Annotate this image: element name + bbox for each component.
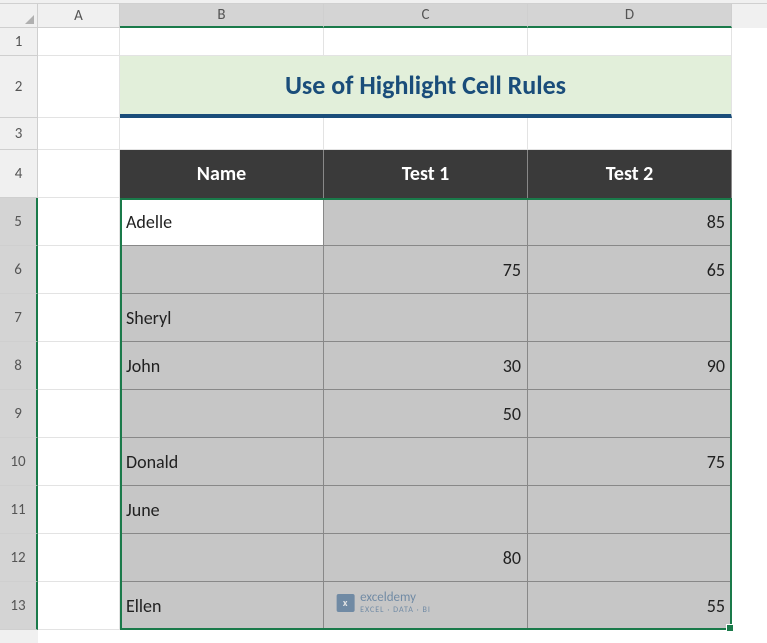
- cell-a3[interactable]: [38, 118, 120, 150]
- column-header-a[interactable]: A: [38, 4, 120, 28]
- cell-c8[interactable]: 30: [324, 342, 528, 390]
- cell-b1[interactable]: [120, 28, 324, 56]
- cell-a13[interactable]: [38, 582, 120, 630]
- cell-c13[interactable]: [324, 582, 528, 630]
- row-3: [38, 118, 767, 150]
- row-9: 50: [38, 390, 767, 438]
- cell-c7[interactable]: [324, 294, 528, 342]
- column-header-c[interactable]: C: [324, 4, 528, 28]
- cell-d5[interactable]: 85: [528, 198, 732, 246]
- row-header-9[interactable]: 9: [0, 390, 38, 438]
- cell-d9[interactable]: [528, 390, 732, 438]
- select-all-corner[interactable]: [0, 4, 38, 28]
- cell-d7[interactable]: [528, 294, 732, 342]
- cell-b13[interactable]: Ellen: [120, 582, 324, 630]
- row-4: Name Test 1 Test 2: [38, 150, 767, 198]
- cell-b11[interactable]: June: [120, 486, 324, 534]
- title-band[interactable]: Use of Highlight Cell Rules: [120, 56, 732, 118]
- cell-b8[interactable]: John: [120, 342, 324, 390]
- column-header-d[interactable]: D: [528, 4, 732, 28]
- row-6: 75 65: [38, 246, 767, 294]
- cell-c3[interactable]: [324, 118, 528, 150]
- row-header-13[interactable]: 13: [0, 582, 38, 630]
- cell-b10[interactable]: Donald: [120, 438, 324, 486]
- row-13: Ellen 55: [38, 582, 767, 630]
- row-header-7[interactable]: 7: [0, 294, 38, 342]
- cell-b9[interactable]: [120, 390, 324, 438]
- row-header-11[interactable]: 11: [0, 486, 38, 534]
- cell-a2[interactable]: [38, 56, 120, 118]
- row-7: Sheryl: [38, 294, 767, 342]
- cell-c10[interactable]: [324, 438, 528, 486]
- cell-a9[interactable]: [38, 390, 120, 438]
- cell-a12[interactable]: [38, 534, 120, 582]
- spreadsheet: A B C D 1 2 3 4 5 6 7 8 9 10 11 12 13: [0, 0, 767, 643]
- cell-a1[interactable]: [38, 28, 120, 56]
- cell-d12[interactable]: [528, 534, 732, 582]
- row-header-6[interactable]: 6: [0, 246, 38, 294]
- row-2: Use of Highlight Cell Rules: [38, 56, 767, 118]
- header-test2[interactable]: Test 2: [528, 150, 732, 198]
- column-headers: A B C D: [0, 4, 767, 28]
- row-11: June: [38, 486, 767, 534]
- column-header-b[interactable]: B: [120, 4, 324, 28]
- row-header-12[interactable]: 12: [0, 534, 38, 582]
- cell-c12[interactable]: 80: [324, 534, 528, 582]
- cell-d8[interactable]: 90: [528, 342, 732, 390]
- cell-b12[interactable]: [120, 534, 324, 582]
- cell-c11[interactable]: [324, 486, 528, 534]
- cell-d11[interactable]: [528, 486, 732, 534]
- row-10: Donald 75: [38, 438, 767, 486]
- cell-b3[interactable]: [120, 118, 324, 150]
- cell-a11[interactable]: [38, 486, 120, 534]
- cell-d1[interactable]: [528, 28, 732, 56]
- cell-d6[interactable]: 65: [528, 246, 732, 294]
- row-header-2[interactable]: 2: [0, 56, 38, 118]
- cell-c5[interactable]: [324, 198, 528, 246]
- row-header-10[interactable]: 10: [0, 438, 38, 486]
- row-1: [38, 28, 767, 56]
- cell-b6[interactable]: [120, 246, 324, 294]
- cell-a8[interactable]: [38, 342, 120, 390]
- cell-a7[interactable]: [38, 294, 120, 342]
- cell-c1[interactable]: [324, 28, 528, 56]
- cell-c6[interactable]: 75: [324, 246, 528, 294]
- row-header-8[interactable]: 8: [0, 342, 38, 390]
- row-header-3[interactable]: 3: [0, 118, 38, 150]
- cell-d10[interactable]: 75: [528, 438, 732, 486]
- cell-a4[interactable]: [38, 150, 120, 198]
- cell-a10[interactable]: [38, 438, 120, 486]
- row-5: Adelle 85: [38, 198, 767, 246]
- row-headers: 1 2 3 4 5 6 7 8 9 10 11 12 13: [0, 28, 38, 643]
- row-header-4[interactable]: 4: [0, 150, 38, 198]
- cell-d3[interactable]: [528, 118, 732, 150]
- header-name[interactable]: Name: [120, 150, 324, 198]
- row-12: 80: [38, 534, 767, 582]
- cell-c9[interactable]: 50: [324, 390, 528, 438]
- row-8: John 30 90: [38, 342, 767, 390]
- title-text: Use of Highlight Cell Rules: [285, 69, 566, 101]
- row-header-1[interactable]: 1: [0, 28, 38, 56]
- cell-a5[interactable]: [38, 198, 120, 246]
- cell-b5[interactable]: Adelle: [120, 198, 324, 246]
- grid: Use of Highlight Cell Rules Name Test 1 …: [38, 28, 767, 643]
- cell-b7[interactable]: Sheryl: [120, 294, 324, 342]
- cell-d13[interactable]: 55: [528, 582, 732, 630]
- header-test1[interactable]: Test 1: [324, 150, 528, 198]
- row-header-5[interactable]: 5: [0, 198, 38, 246]
- cell-a6[interactable]: [38, 246, 120, 294]
